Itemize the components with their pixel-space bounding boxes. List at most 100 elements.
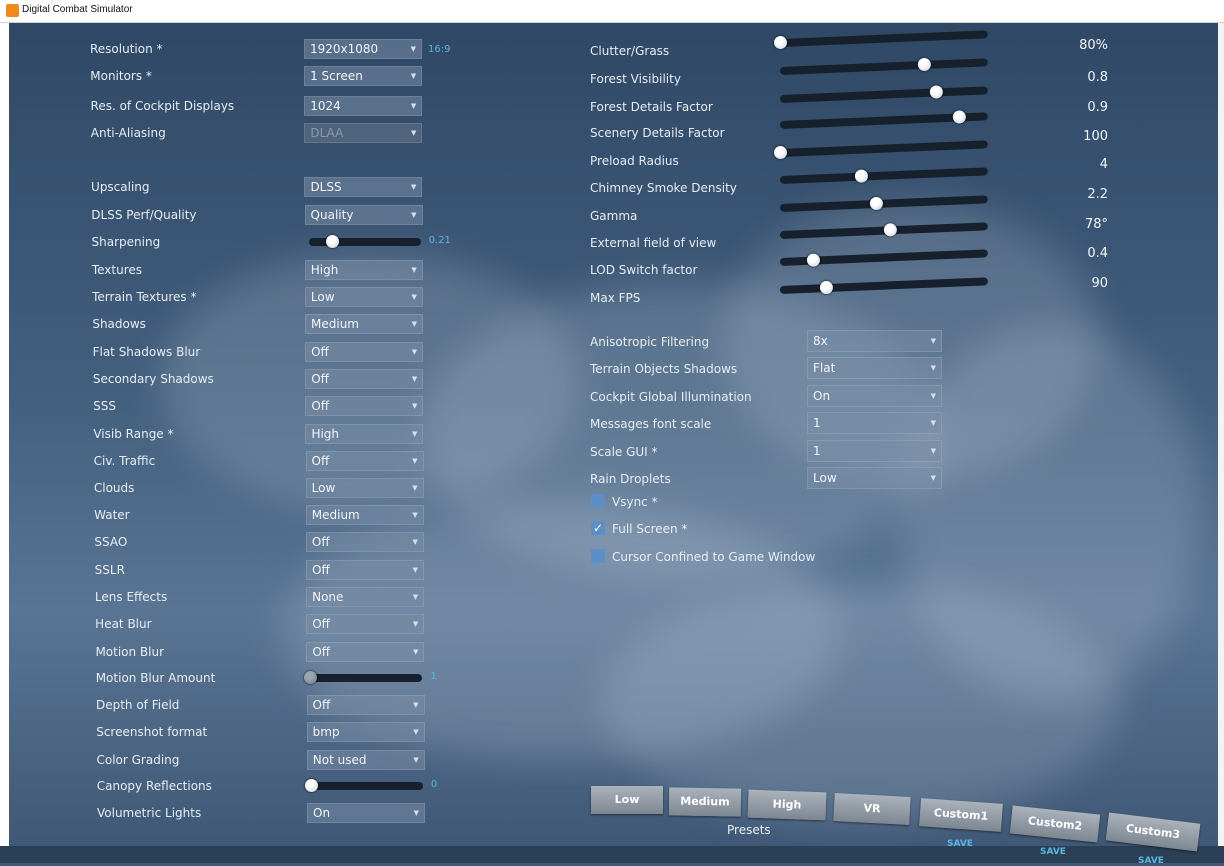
- dropdown-value: Not used: [312, 753, 367, 767]
- slider-value: 0.9: [1087, 100, 1108, 115]
- setting-slider[interactable]: [308, 235, 421, 248]
- dropdown-value: Off: [311, 345, 329, 359]
- setting-dropdown[interactable]: Off ▼: [305, 369, 424, 389]
- setting-dropdown[interactable]: Off ▼: [305, 451, 424, 471]
- chevron-down-icon: ▼: [930, 474, 936, 482]
- window-edge-left: [0, 22, 9, 863]
- setting-dropdown[interactable]: High ▼: [305, 424, 424, 444]
- dropdown-value: On: [813, 389, 831, 403]
- dropdown-value: Off: [312, 617, 330, 631]
- setting-label: Motion Blur Amount: [95, 671, 216, 685]
- setting-dropdown[interactable]: 1 ▼: [807, 412, 942, 434]
- setting-dropdown[interactable]: Off ▼: [305, 532, 424, 552]
- checkbox[interactable]: ✓: [591, 521, 605, 535]
- setting-dropdown[interactable]: On ▼: [807, 385, 942, 407]
- preset-button[interactable]: Low: [591, 786, 663, 814]
- dropdown-value: 1 Screen: [310, 69, 363, 83]
- slider-value: 0.21: [428, 235, 451, 246]
- checkbox-label: Full Screen *: [612, 522, 688, 536]
- checkbox[interactable]: [591, 549, 605, 563]
- setting-label: SSS: [93, 399, 116, 413]
- setting-dropdown[interactable]: Flat ▼: [807, 357, 942, 379]
- setting-dropdown[interactable]: None ▼: [306, 587, 425, 607]
- checkbox[interactable]: [591, 494, 605, 508]
- setting-dropdown[interactable]: 8x ▼: [807, 330, 942, 352]
- preset-button[interactable]: Medium: [668, 787, 742, 817]
- slider-value: 78°: [1084, 217, 1108, 232]
- setting-label: Terrain Textures *: [92, 290, 197, 304]
- setting-dropdown[interactable]: Low ▼: [807, 467, 942, 489]
- dropdown-value: Quality: [310, 208, 354, 222]
- setting-dropdown[interactable]: High ▼: [304, 260, 423, 280]
- setting-slider[interactable]: [304, 779, 423, 792]
- dropdown-value: Medium: [311, 508, 360, 522]
- setting-dropdown[interactable]: 1920x1080 ▼: [304, 39, 422, 59]
- dropdown-value: Low: [311, 481, 336, 495]
- chevron-down-icon: ▼: [413, 701, 419, 709]
- setting-dropdown[interactable]: Off ▼: [306, 695, 425, 715]
- checkmark-icon: ✓: [592, 521, 604, 535]
- preset-button[interactable]: VR: [833, 793, 911, 825]
- dropdown-value: Low: [813, 471, 837, 485]
- dropdown-value: Off: [311, 399, 330, 413]
- chevron-down-icon: ▼: [930, 337, 936, 345]
- dropdown-value: 1024: [310, 99, 341, 113]
- setting-dropdown[interactable]: Off ▼: [306, 642, 425, 662]
- setting-label: Lens Effects: [94, 590, 168, 604]
- app-icon: [6, 4, 19, 17]
- dropdown-value: Medium: [311, 317, 359, 331]
- dropdown-value: Low: [310, 290, 335, 304]
- slider-knob[interactable]: [917, 57, 931, 72]
- checkbox-label: Vsync *: [612, 495, 658, 509]
- save-button[interactable]: SAVE: [1040, 847, 1066, 857]
- setting-dropdown[interactable]: Off ▼: [305, 342, 424, 362]
- setting-dropdown[interactable]: Low ▼: [304, 287, 423, 307]
- chevron-down-icon: ▼: [411, 348, 418, 356]
- setting-dropdown[interactable]: 1 ▼: [807, 440, 942, 462]
- setting-label: Motion Blur: [95, 645, 165, 659]
- setting-dropdown: DLAA ▼: [304, 123, 423, 143]
- save-button[interactable]: SAVE: [1138, 856, 1164, 866]
- setting-dropdown[interactable]: bmp ▼: [306, 722, 425, 742]
- slider-label: Preload Radius: [590, 154, 679, 168]
- window-edge-right: [1218, 22, 1224, 863]
- chevron-down-icon: ▼: [930, 447, 936, 455]
- setting-label: Visib Range *: [93, 427, 174, 441]
- slider-knob[interactable]: [304, 779, 318, 792]
- setting-dropdown[interactable]: Medium ▼: [305, 505, 424, 525]
- slider-value: 100: [1083, 129, 1108, 144]
- setting-label: Water: [94, 508, 130, 522]
- setting-dropdown[interactable]: DLSS ▼: [304, 177, 423, 197]
- chevron-down-icon: ▼: [411, 211, 417, 219]
- slider-knob[interactable]: [819, 280, 833, 295]
- setting-slider: [304, 671, 423, 684]
- chevron-down-icon: ▼: [411, 320, 417, 328]
- setting-dropdown[interactable]: 1024 ▼: [304, 96, 423, 116]
- setting-dropdown[interactable]: Off ▼: [306, 560, 424, 580]
- setting-dropdown[interactable]: Low ▼: [305, 478, 424, 498]
- slider-label: Chimney Smoke Density: [590, 181, 737, 195]
- setting-dropdown[interactable]: Not used ▼: [306, 750, 425, 770]
- setting-label: Sharpening: [91, 235, 161, 249]
- setting-dropdown[interactable]: Medium ▼: [305, 314, 423, 334]
- preset-button[interactable]: Custom1: [919, 798, 1003, 832]
- setting-label: SSLR: [94, 563, 125, 577]
- chevron-down-icon: ▼: [411, 293, 417, 301]
- setting-dropdown[interactable]: Quality ▼: [304, 205, 423, 225]
- setting-dropdown[interactable]: Off ▼: [306, 614, 425, 634]
- dropdown-value: Off: [312, 698, 331, 712]
- slider-knob[interactable]: [869, 196, 883, 211]
- setting-dropdown[interactable]: On ▼: [307, 803, 425, 823]
- setting-dropdown[interactable]: 1 Screen ▼: [304, 66, 423, 86]
- dropdown-value: Off: [311, 372, 329, 386]
- slider-label: Forest Visibility: [590, 72, 681, 86]
- setting-dropdown[interactable]: Off ▼: [305, 396, 424, 416]
- setting-label: Canopy Reflections: [96, 779, 212, 793]
- dropdown-value: 1: [813, 444, 821, 458]
- dropdown-value: 1: [813, 416, 821, 430]
- chevron-down-icon: ▼: [411, 183, 417, 191]
- preset-button[interactable]: High: [747, 789, 827, 821]
- save-button[interactable]: SAVE: [947, 839, 973, 849]
- setting-label: Shadows: [92, 317, 146, 331]
- dropdown-value: High: [311, 427, 340, 441]
